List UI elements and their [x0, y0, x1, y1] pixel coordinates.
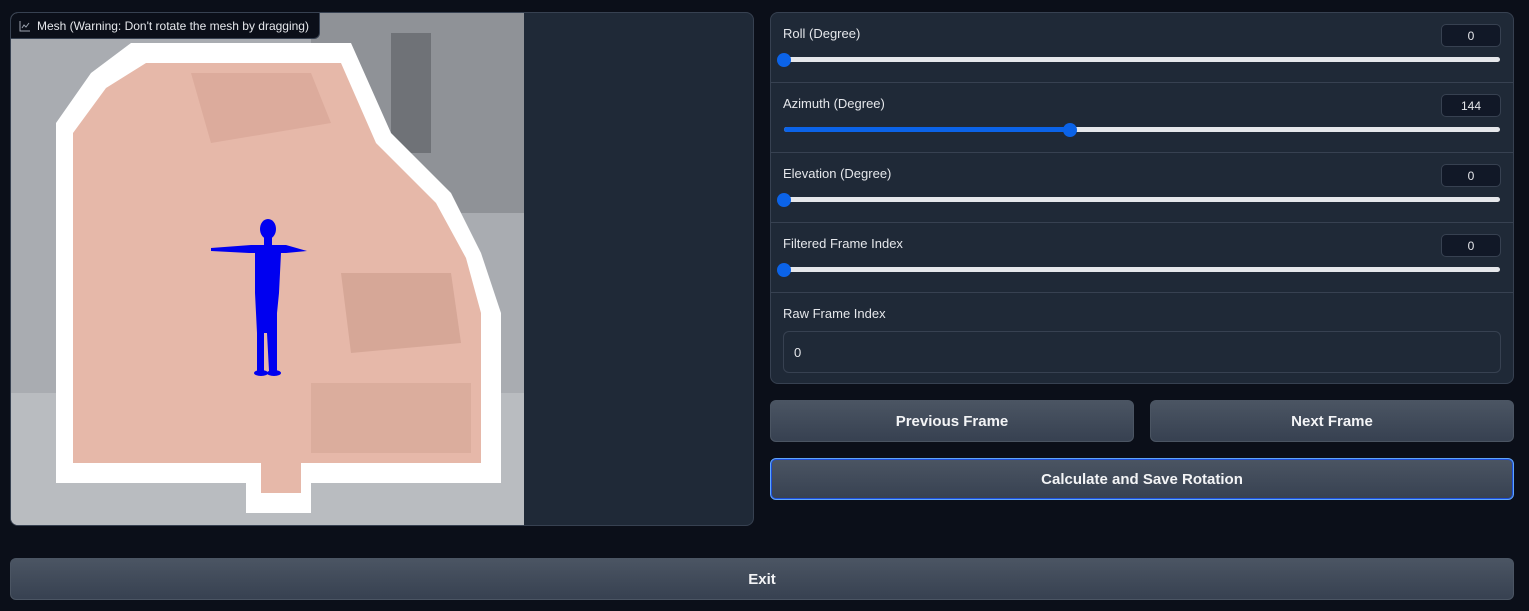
- azimuth-slider-fill: [784, 127, 1071, 132]
- previous-frame-button[interactable]: Previous Frame: [770, 400, 1134, 442]
- mesh-label: Mesh (Warning: Don't rotate the mesh by …: [11, 13, 320, 39]
- raw-frame-label: Raw Frame Index: [783, 306, 886, 321]
- filtered-frame-slider[interactable]: [777, 262, 1500, 277]
- azimuth-control: Azimuth (Degree) 144: [771, 83, 1513, 153]
- filtered-frame-label: Filtered Frame Index: [783, 236, 903, 251]
- roll-control: Roll (Degree) 0: [771, 13, 1513, 83]
- mesh-viewport[interactable]: Mesh (Warning: Don't rotate the mesh by …: [11, 13, 524, 525]
- roll-number-input[interactable]: 0: [1441, 24, 1501, 47]
- mesh-scene: [11, 13, 524, 525]
- exit-button[interactable]: Exit: [10, 558, 1514, 600]
- mesh-label-text: Mesh (Warning: Don't rotate the mesh by …: [37, 18, 309, 33]
- raw-frame-input[interactable]: 0: [783, 331, 1501, 373]
- raw-frame-control: Raw Frame Index 0: [771, 293, 1513, 383]
- azimuth-slider-thumb[interactable]: [1063, 122, 1078, 137]
- filtered-frame-number-input[interactable]: 0: [1441, 234, 1501, 257]
- roll-label: Roll (Degree): [783, 26, 861, 41]
- roll-slider-thumb[interactable]: [777, 52, 791, 67]
- azimuth-number-input[interactable]: 144: [1441, 94, 1501, 117]
- azimuth-slider[interactable]: [784, 122, 1500, 137]
- mesh-panel: Mesh (Warning: Don't rotate the mesh by …: [10, 12, 754, 526]
- chart-icon: [19, 20, 31, 32]
- next-frame-button[interactable]: Next Frame: [1150, 400, 1514, 442]
- roll-slider[interactable]: [777, 52, 1500, 67]
- calculate-save-rotation-button[interactable]: Calculate and Save Rotation: [770, 458, 1514, 500]
- filtered-frame-control: Filtered Frame Index 0: [771, 223, 1513, 293]
- elevation-number-input[interactable]: 0: [1441, 164, 1501, 187]
- elevation-slider[interactable]: [777, 192, 1500, 207]
- controls-panel: Roll (Degree) 0 Azimuth (Degree) 144 Ele…: [770, 12, 1514, 384]
- elevation-control: Elevation (Degree) 0: [771, 153, 1513, 223]
- elevation-label: Elevation (Degree): [783, 166, 892, 181]
- filtered-frame-slider-thumb[interactable]: [777, 262, 791, 277]
- azimuth-label: Azimuth (Degree): [783, 96, 885, 111]
- elevation-slider-thumb[interactable]: [777, 192, 791, 207]
